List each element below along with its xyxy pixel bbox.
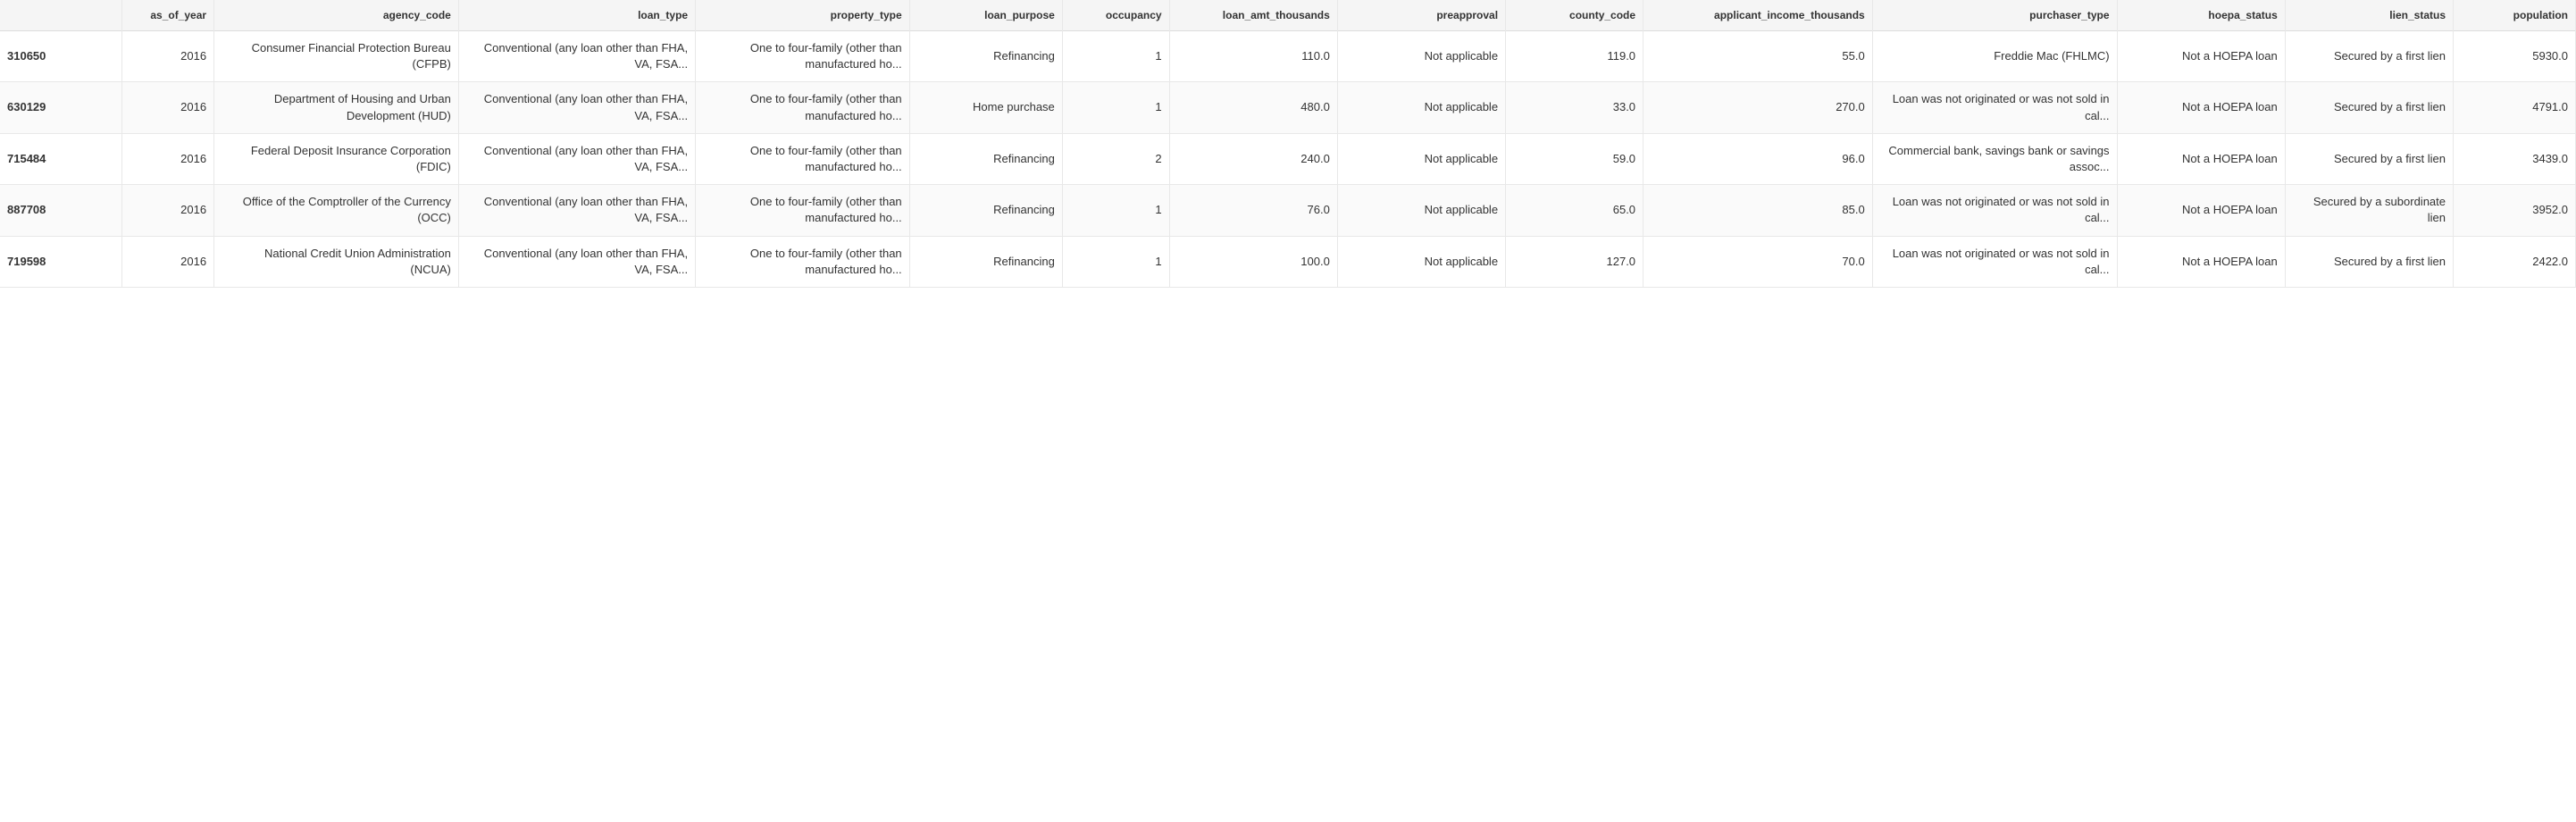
cell-income: 270.0 bbox=[1643, 82, 1873, 133]
cell-amt: 76.0 bbox=[1169, 185, 1337, 236]
cell-amt: 110.0 bbox=[1169, 31, 1337, 82]
cell-agency: National Credit Union Administration (NC… bbox=[214, 236, 459, 287]
cell-preapproval: Not applicable bbox=[1337, 82, 1505, 133]
cell-purchaser: Freddie Mac (FHLMC) bbox=[1872, 31, 2117, 82]
cell-agency: Federal Deposit Insurance Corporation (F… bbox=[214, 133, 459, 184]
cell-purchaser: Commercial bank, savings bank or savings… bbox=[1872, 133, 2117, 184]
col-header-hoepa-status[interactable]: hoepa_status bbox=[2117, 0, 2285, 31]
cell-loan-type: Conventional (any loan other than FHA, V… bbox=[458, 236, 695, 287]
cell-purchaser: Loan was not originated or was not sold … bbox=[1872, 185, 2117, 236]
cell-agency: Department of Housing and Urban Developm… bbox=[214, 82, 459, 133]
cell-purchaser: Loan was not originated or was not sold … bbox=[1872, 82, 2117, 133]
cell-property-type: One to four-family (other than manufactu… bbox=[696, 185, 910, 236]
cell-hoepa: Not a HOEPA loan bbox=[2117, 82, 2285, 133]
cell-lien: Secured by a subordinate lien bbox=[2285, 185, 2453, 236]
cell-purpose: Refinancing bbox=[909, 31, 1062, 82]
col-header-lien-status[interactable]: lien_status bbox=[2285, 0, 2453, 31]
cell-income: 96.0 bbox=[1643, 133, 1873, 184]
cell-population: 3952.0 bbox=[2454, 185, 2576, 236]
cell-lien: Secured by a first lien bbox=[2285, 133, 2453, 184]
cell-property-type: One to four-family (other than manufactu… bbox=[696, 31, 910, 82]
cell-county: 65.0 bbox=[1506, 185, 1643, 236]
cell-hoepa: Not a HOEPA loan bbox=[2117, 31, 2285, 82]
cell-purpose: Refinancing bbox=[909, 236, 1062, 287]
col-header-population[interactable]: population bbox=[2454, 0, 2576, 31]
cell-county: 33.0 bbox=[1506, 82, 1643, 133]
cell-loan-type: Conventional (any loan other than FHA, V… bbox=[458, 185, 695, 236]
table-row: 3106502016Consumer Financial Protection … bbox=[0, 31, 2576, 82]
cell-occupancy: 1 bbox=[1062, 82, 1169, 133]
col-header-loan-purpose[interactable]: loan_purpose bbox=[909, 0, 1062, 31]
col-header-preapproval[interactable]: preapproval bbox=[1337, 0, 1505, 31]
cell-amt: 480.0 bbox=[1169, 82, 1337, 133]
cell-id: 887708 bbox=[0, 185, 122, 236]
cell-hoepa: Not a HOEPA loan bbox=[2117, 133, 2285, 184]
col-header-as-of-year[interactable]: as_of_year bbox=[122, 0, 214, 31]
col-header-loan-amt[interactable]: loan_amt_thousands bbox=[1169, 0, 1337, 31]
col-header-purchaser-type[interactable]: purchaser_type bbox=[1872, 0, 2117, 31]
cell-loan-type: Conventional (any loan other than FHA, V… bbox=[458, 82, 695, 133]
cell-loan-type: Conventional (any loan other than FHA, V… bbox=[458, 133, 695, 184]
cell-id: 719598 bbox=[0, 236, 122, 287]
cell-county: 127.0 bbox=[1506, 236, 1643, 287]
cell-lien: Secured by a first lien bbox=[2285, 82, 2453, 133]
cell-occupancy: 1 bbox=[1062, 185, 1169, 236]
col-header-id bbox=[0, 0, 122, 31]
cell-county: 59.0 bbox=[1506, 133, 1643, 184]
cell-id: 630129 bbox=[0, 82, 122, 133]
cell-amt: 100.0 bbox=[1169, 236, 1337, 287]
cell-occupancy: 2 bbox=[1062, 133, 1169, 184]
table-header-row: as_of_year agency_code loan_type propert… bbox=[0, 0, 2576, 31]
cell-population: 2422.0 bbox=[2454, 236, 2576, 287]
cell-property-type: One to four-family (other than manufactu… bbox=[696, 133, 910, 184]
cell-lien: Secured by a first lien bbox=[2285, 236, 2453, 287]
cell-property-type: One to four-family (other than manufactu… bbox=[696, 236, 910, 287]
cell-income: 70.0 bbox=[1643, 236, 1873, 287]
cell-year: 2016 bbox=[122, 236, 214, 287]
cell-year: 2016 bbox=[122, 133, 214, 184]
cell-preapproval: Not applicable bbox=[1337, 185, 1505, 236]
cell-county: 119.0 bbox=[1506, 31, 1643, 82]
col-header-agency-code[interactable]: agency_code bbox=[214, 0, 459, 31]
cell-population: 3439.0 bbox=[2454, 133, 2576, 184]
cell-hoepa: Not a HOEPA loan bbox=[2117, 236, 2285, 287]
cell-id: 715484 bbox=[0, 133, 122, 184]
cell-purpose: Refinancing bbox=[909, 185, 1062, 236]
col-header-loan-type[interactable]: loan_type bbox=[458, 0, 695, 31]
data-table: as_of_year agency_code loan_type propert… bbox=[0, 0, 2576, 288]
cell-preapproval: Not applicable bbox=[1337, 133, 1505, 184]
cell-property-type: One to four-family (other than manufactu… bbox=[696, 82, 910, 133]
col-header-occupancy[interactable]: occupancy bbox=[1062, 0, 1169, 31]
cell-population: 4791.0 bbox=[2454, 82, 2576, 133]
cell-hoepa: Not a HOEPA loan bbox=[2117, 185, 2285, 236]
cell-year: 2016 bbox=[122, 185, 214, 236]
cell-agency: Consumer Financial Protection Bureau (CF… bbox=[214, 31, 459, 82]
cell-loan-type: Conventional (any loan other than FHA, V… bbox=[458, 31, 695, 82]
cell-preapproval: Not applicable bbox=[1337, 31, 1505, 82]
table-row: 8877082016Office of the Comptroller of t… bbox=[0, 185, 2576, 236]
cell-id: 310650 bbox=[0, 31, 122, 82]
cell-amt: 240.0 bbox=[1169, 133, 1337, 184]
cell-purpose: Refinancing bbox=[909, 133, 1062, 184]
cell-agency: Office of the Comptroller of the Currenc… bbox=[214, 185, 459, 236]
cell-lien: Secured by a first lien bbox=[2285, 31, 2453, 82]
cell-year: 2016 bbox=[122, 31, 214, 82]
cell-income: 85.0 bbox=[1643, 185, 1873, 236]
cell-occupancy: 1 bbox=[1062, 31, 1169, 82]
table-row: 7154842016Federal Deposit Insurance Corp… bbox=[0, 133, 2576, 184]
col-header-county-code[interactable]: county_code bbox=[1506, 0, 1643, 31]
cell-purchaser: Loan was not originated or was not sold … bbox=[1872, 236, 2117, 287]
table-row: 7195982016National Credit Union Administ… bbox=[0, 236, 2576, 287]
table-row: 6301292016Department of Housing and Urba… bbox=[0, 82, 2576, 133]
cell-preapproval: Not applicable bbox=[1337, 236, 1505, 287]
cell-purpose: Home purchase bbox=[909, 82, 1062, 133]
cell-occupancy: 1 bbox=[1062, 236, 1169, 287]
col-header-income[interactable]: applicant_income_thousands bbox=[1643, 0, 1873, 31]
cell-year: 2016 bbox=[122, 82, 214, 133]
col-header-property-type[interactable]: property_type bbox=[696, 0, 910, 31]
cell-population: 5930.0 bbox=[2454, 31, 2576, 82]
cell-income: 55.0 bbox=[1643, 31, 1873, 82]
